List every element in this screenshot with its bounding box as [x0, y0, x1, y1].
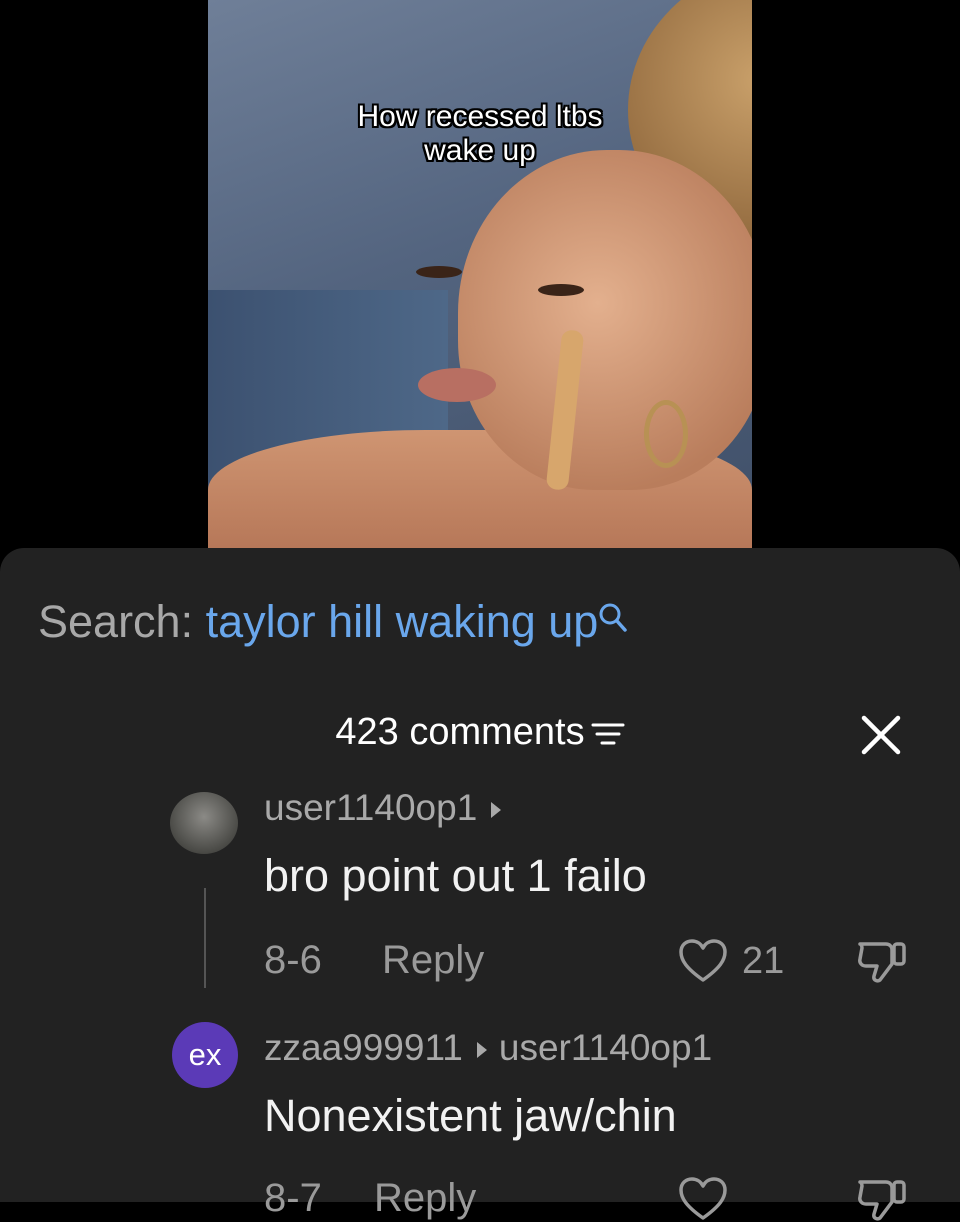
chevron-right-icon — [491, 802, 502, 819]
comment-text: Nonexistent jaw/chin — [264, 1090, 677, 1141]
username-label[interactable]: user1140op1 — [264, 787, 477, 828]
comments-count: 423 comments — [335, 711, 585, 753]
caption-line-1: How recessed ltbs — [357, 100, 603, 133]
chevron-right-icon — [476, 1042, 487, 1059]
video-face — [458, 150, 752, 490]
sort-icon[interactable] — [591, 720, 625, 748]
heart-icon[interactable] — [678, 938, 728, 984]
comments-header: 423 comments — [0, 710, 960, 754]
caption-line-2: wake up — [424, 134, 536, 167]
comment-username[interactable]: user1140op1 — [264, 786, 513, 830]
reply-button[interactable]: Reply — [382, 936, 484, 984]
dislike-icon[interactable] — [856, 938, 908, 984]
reply-button[interactable]: Reply — [374, 1174, 476, 1222]
search-suggestion[interactable]: Search: taylor hill waking up — [38, 594, 628, 650]
comments-sheet: Search: taylor hill waking up 423 commen… — [0, 548, 960, 1221]
close-icon[interactable] — [858, 712, 904, 758]
video-eye-left — [416, 266, 462, 278]
comment-date: 8-7 — [264, 1176, 322, 1220]
reply-to-username[interactable]: user1140op1 — [499, 1027, 712, 1068]
comment-date: 8-6 — [264, 938, 322, 982]
like-count: 21 — [742, 940, 785, 982]
video-player[interactable]: How recessed ltbs wake up — [208, 0, 752, 548]
avatar[interactable]: ex — [172, 1022, 238, 1088]
comment-username[interactable]: zzaa999911 user1140op1 — [264, 1026, 712, 1070]
video-lips — [418, 368, 496, 402]
search-label: Search: — [38, 596, 194, 647]
avatar[interactable] — [170, 792, 238, 854]
heart-icon[interactable] — [678, 1176, 728, 1222]
username-label[interactable]: zzaa999911 — [264, 1027, 463, 1068]
video-eye-right — [538, 284, 584, 296]
video-earring — [644, 400, 688, 468]
dislike-icon[interactable] — [856, 1176, 908, 1222]
search-query[interactable]: taylor hill waking up — [206, 596, 599, 647]
avatar-initials: ex — [188, 1037, 222, 1072]
thread-line — [204, 888, 206, 988]
search-icon — [599, 603, 628, 632]
video-caption: How recessed ltbs wake up — [208, 100, 752, 168]
comment-text: bro point out 1 failo — [264, 850, 647, 901]
